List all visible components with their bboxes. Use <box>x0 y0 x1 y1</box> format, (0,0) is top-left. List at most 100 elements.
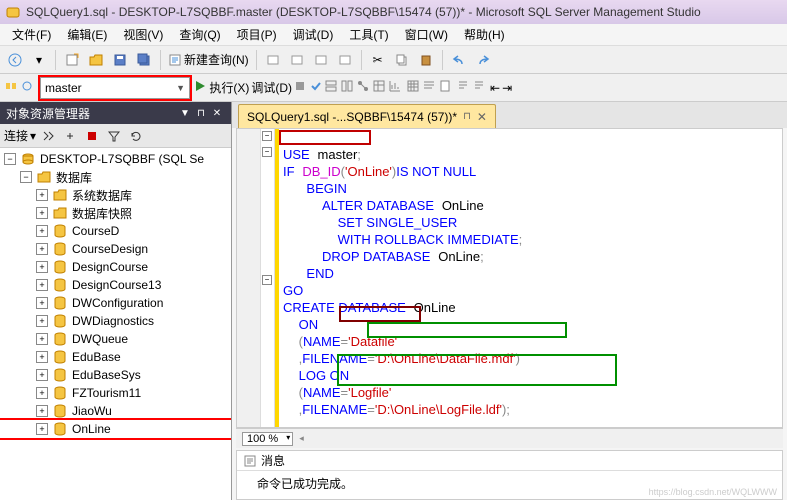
refresh-icon[interactable] <box>126 126 146 146</box>
results-grid-btn[interactable] <box>406 79 420 96</box>
tree-db-item[interactable]: +CourseDesign <box>0 240 231 258</box>
line-gutter <box>237 129 261 427</box>
query-type-2[interactable] <box>286 49 308 71</box>
fold-icon[interactable]: − <box>262 275 272 285</box>
menu-tools[interactable]: 工具(T) <box>341 24 396 45</box>
expander-icon[interactable]: − <box>20 171 32 183</box>
tree-db-item[interactable]: +OnLine <box>0 420 231 438</box>
query-type-3[interactable] <box>310 49 332 71</box>
comment-btn[interactable] <box>456 79 470 96</box>
expander-icon[interactable]: + <box>36 423 48 435</box>
plan-btn-2[interactable] <box>340 79 354 96</box>
results-text-btn[interactable] <box>422 79 436 96</box>
expander-icon[interactable]: + <box>36 297 48 309</box>
query-type-4[interactable] <box>334 49 356 71</box>
change-connection-btn[interactable] <box>20 79 34 96</box>
debug-btn[interactable]: 调试(D) <box>251 79 292 96</box>
plan-btn-3[interactable] <box>356 79 370 96</box>
panel-pin-icon[interactable]: ⊓ <box>193 108 209 119</box>
uncomment-btn[interactable] <box>472 79 486 96</box>
save-button[interactable] <box>109 49 131 71</box>
menu-window[interactable]: 窗口(W) <box>397 24 456 45</box>
cut-button[interactable]: ✂ <box>367 49 389 71</box>
fold-icon[interactable]: − <box>262 147 272 157</box>
panel-dropdown-icon[interactable]: ▼ <box>177 108 193 119</box>
results-file-btn[interactable] <box>438 79 452 96</box>
save-all-button[interactable] <box>133 49 155 71</box>
menu-file[interactable]: 文件(F) <box>4 24 59 45</box>
expander-icon[interactable]: + <box>36 225 48 237</box>
undo-button[interactable] <box>448 49 470 71</box>
tree-db-item[interactable]: +EduBaseSys <box>0 366 231 384</box>
parse-button[interactable] <box>310 80 322 95</box>
copy-button[interactable] <box>391 49 413 71</box>
menu-help[interactable]: 帮助(H) <box>456 24 513 45</box>
tree-db-item[interactable]: +FZTourism11 <box>0 384 231 402</box>
open-button[interactable] <box>85 49 107 71</box>
execute-button[interactable]: 执行(X) <box>194 79 249 96</box>
expander-icon[interactable]: + <box>36 387 48 399</box>
close-icon[interactable]: ✕ <box>477 110 487 124</box>
tree-system-db[interactable]: + 系统数据库 <box>0 186 231 204</box>
tree-server-node[interactable]: − DESKTOP-L7SQBBF (SQL Se <box>0 150 231 168</box>
connect-btn[interactable] <box>4 79 18 96</box>
document-tab-active[interactable]: SQLQuery1.sql -...SQBBF\15474 (57))* ⊓ ✕ <box>238 104 496 128</box>
tree-db-item[interactable]: +DWDiagnostics <box>0 312 231 330</box>
tree-databases-folder[interactable]: − 数据库 <box>0 168 231 186</box>
redo-button[interactable] <box>472 49 494 71</box>
expander-icon[interactable]: + <box>36 369 48 381</box>
tree-db-item[interactable]: +CourseD <box>0 222 231 240</box>
pin-icon[interactable]: ⊓ <box>463 111 471 122</box>
cancel-exec-button[interactable] <box>294 80 306 95</box>
tree-db-item[interactable]: +DWQueue <box>0 330 231 348</box>
menu-project[interactable]: 项目(P) <box>229 24 285 45</box>
expander-icon[interactable]: − <box>4 153 16 165</box>
database-dropdown[interactable]: master ▼ <box>40 77 190 99</box>
zoom-arrows[interactable]: ◂ <box>299 433 304 444</box>
object-explorer-header: 对象资源管理器 ▼ ⊓ ✕ <box>0 102 231 124</box>
menu-edit[interactable]: 编辑(E) <box>59 24 115 45</box>
code-content[interactable]: USE master; IF DB_ID('OnLine')IS NOT NUL… <box>279 129 782 427</box>
zoom-dropdown[interactable]: 100 % <box>242 432 293 446</box>
stop-icon[interactable] <box>82 126 102 146</box>
nav-back-button[interactable] <box>4 49 26 71</box>
expander-icon[interactable]: + <box>36 207 48 219</box>
tree-db-item[interactable]: +EduBase <box>0 348 231 366</box>
paste-button[interactable] <box>415 49 437 71</box>
expander-icon[interactable]: + <box>36 315 48 327</box>
expander-icon[interactable]: + <box>36 333 48 345</box>
menu-view[interactable]: 视图(V) <box>115 24 171 45</box>
nav-fwd-button[interactable]: ▾ <box>28 49 50 71</box>
expander-icon[interactable]: + <box>36 243 48 255</box>
window-title: SQLQuery1.sql - DESKTOP-L7SQBBF.master (… <box>26 5 701 19</box>
indent-more-btn[interactable]: ⇥ <box>502 81 512 95</box>
expander-icon[interactable]: + <box>36 405 48 417</box>
plan-btn-4[interactable] <box>372 79 386 96</box>
tree-db-item[interactable]: +JiaoWu <box>0 402 231 420</box>
connect-icon[interactable] <box>38 126 58 146</box>
disconnect-icon[interactable] <box>60 126 80 146</box>
code-editor[interactable]: − − − USE master; IF DB_ID('OnLine')IS N… <box>236 128 783 428</box>
query-type-1[interactable] <box>262 49 284 71</box>
tree-db-item[interactable]: +DesignCourse <box>0 258 231 276</box>
menu-debug[interactable]: 调试(D) <box>285 24 342 45</box>
database-icon <box>52 224 68 238</box>
object-tree[interactable]: − DESKTOP-L7SQBBF (SQL Se − 数据库 + 系统数据库 … <box>0 148 231 500</box>
panel-close-icon[interactable]: ✕ <box>209 108 225 119</box>
plan-btn-1[interactable] <box>324 79 338 96</box>
expander-icon[interactable]: + <box>36 279 48 291</box>
messages-tab[interactable]: 消息 <box>261 452 285 469</box>
new-query-button[interactable]: 新建查询(N) <box>166 49 251 71</box>
expander-icon[interactable]: + <box>36 261 48 273</box>
tree-db-item[interactable]: +DesignCourse13 <box>0 276 231 294</box>
menu-query[interactable]: 查询(Q) <box>171 24 228 45</box>
indent-less-btn[interactable]: ⇤ <box>490 81 500 95</box>
expander-icon[interactable]: + <box>36 351 48 363</box>
tree-db-item[interactable]: +DWConfiguration <box>0 294 231 312</box>
stats-btn[interactable] <box>388 79 402 96</box>
filter-icon[interactable] <box>104 126 124 146</box>
expander-icon[interactable]: + <box>36 189 48 201</box>
fold-icon[interactable]: − <box>262 131 272 141</box>
new-project-button[interactable] <box>61 49 83 71</box>
tree-db-snapshots[interactable]: + 数据库快照 <box>0 204 231 222</box>
